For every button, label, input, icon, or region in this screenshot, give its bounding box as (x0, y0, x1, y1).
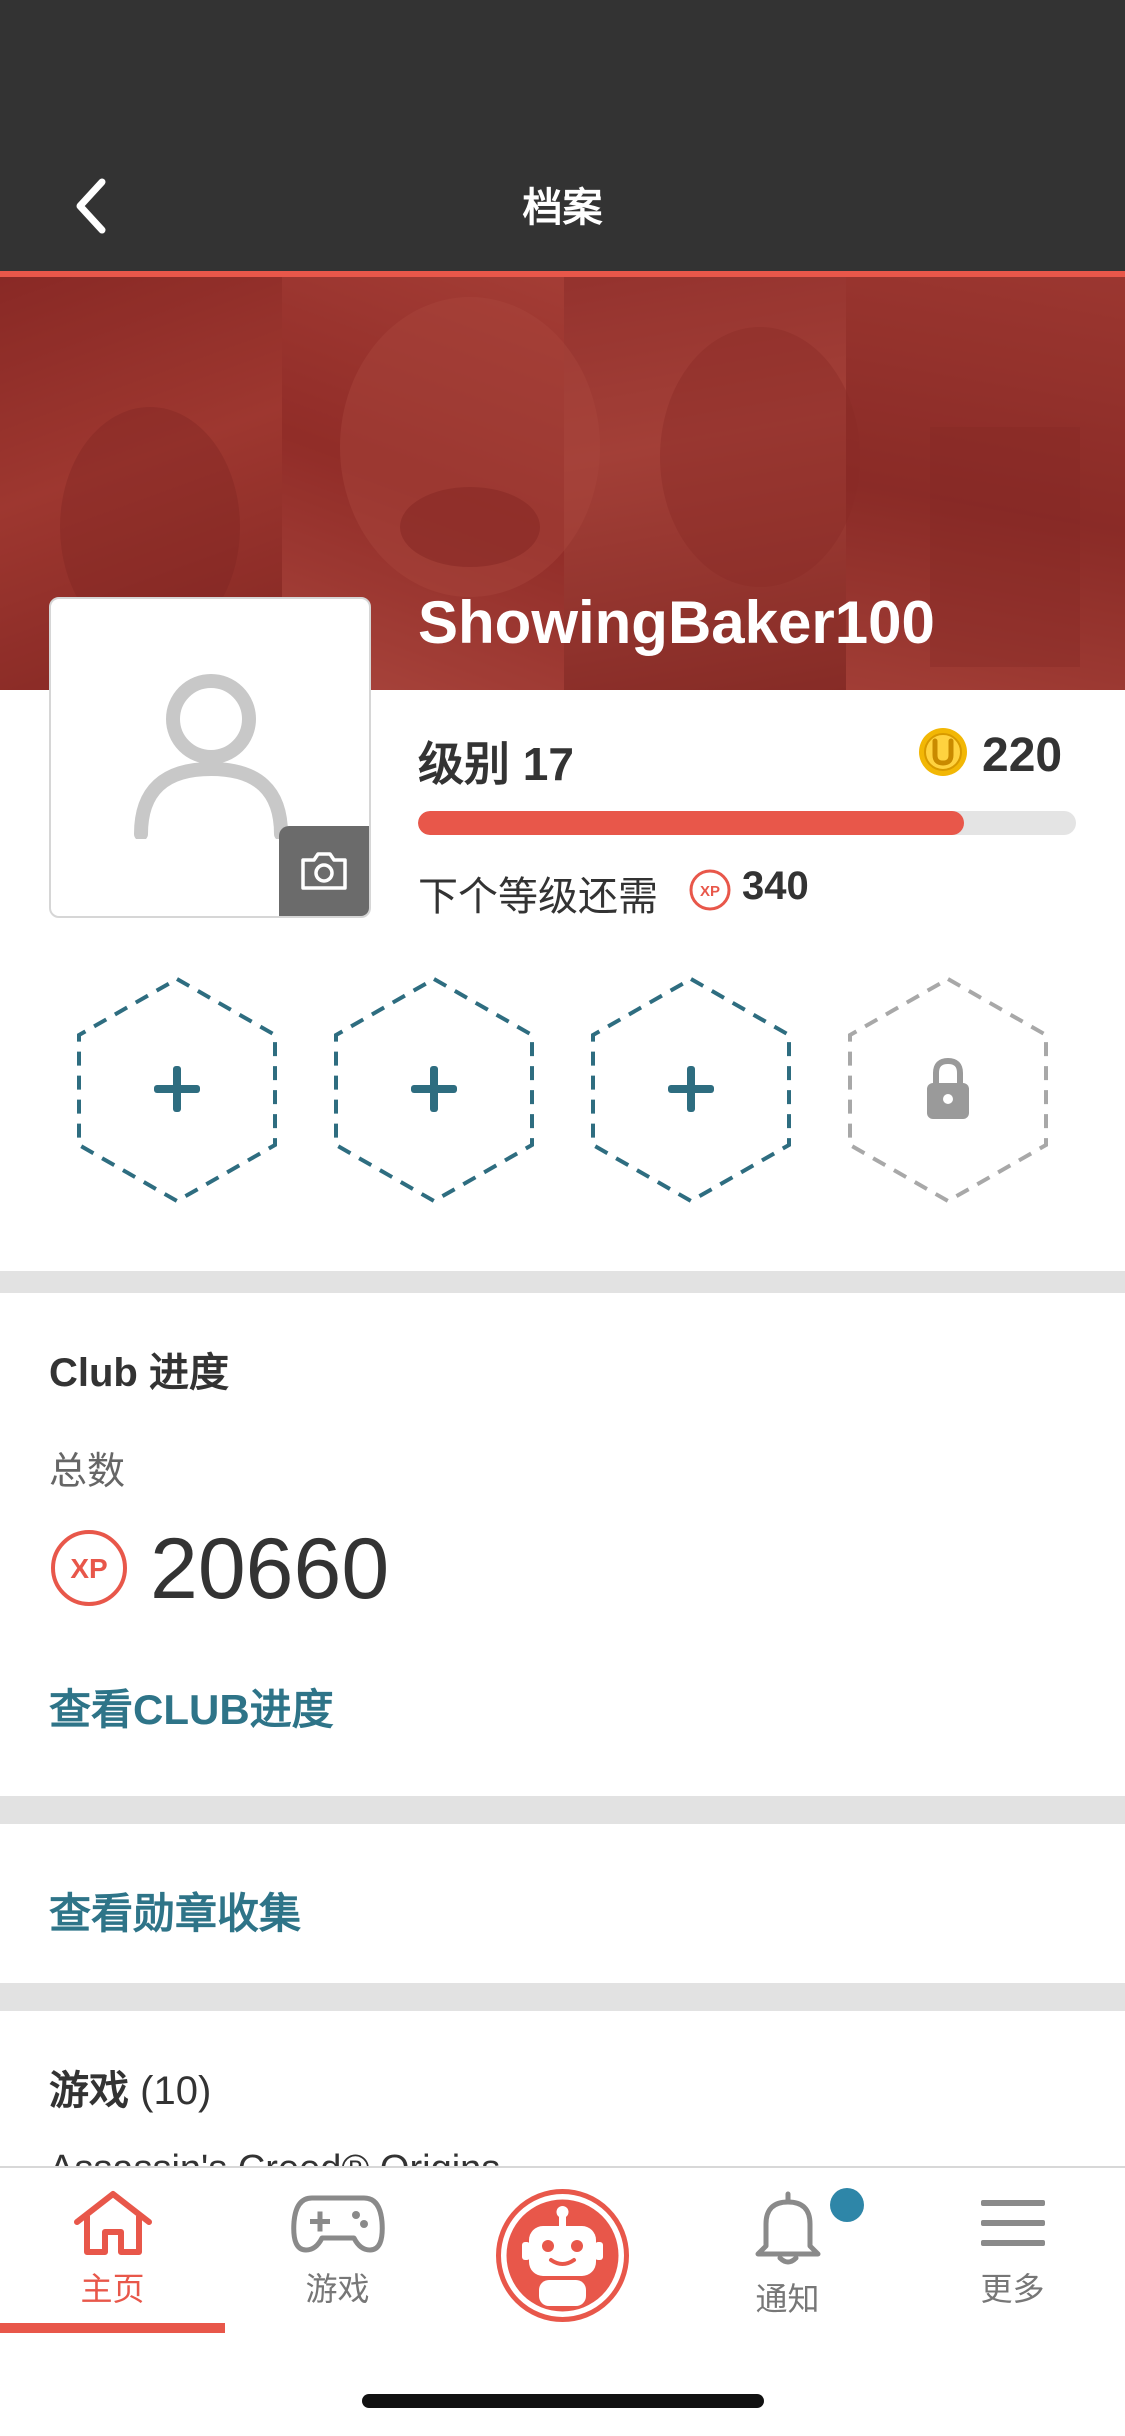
profile-page: 档案 ShowingBaker100 级别 17 220 下个等级还需 XP 3… (0, 0, 1125, 2436)
club-progress-title: Club 进度 (49, 1351, 229, 1395)
tab-more[interactable]: 更多 (900, 2188, 1125, 2338)
lock-icon (927, 1057, 969, 1119)
add-badge-slot-1[interactable] (72, 975, 282, 1205)
games-count: (10) (140, 2069, 212, 2113)
notification-badge (830, 2188, 864, 2222)
home-icon (73, 2191, 152, 2255)
level-progress-fill (418, 811, 965, 835)
svg-text:XP: XP (70, 1553, 107, 1584)
total-xp-value: 20660 (150, 1521, 390, 1617)
plus-icon (668, 1066, 714, 1112)
coin-balance: 220 (982, 729, 1063, 782)
plus-icon (154, 1066, 200, 1112)
gamepad-icon (290, 2195, 385, 2253)
section-divider (0, 1796, 1125, 1824)
view-badge-collection-link[interactable]: 查看勋章收集 (49, 1880, 301, 1941)
tab-more-label: 更多 (980, 2271, 1045, 2307)
tab-home[interactable]: 主页 (0, 2188, 225, 2338)
tab-games-label: 游戏 (305, 2271, 370, 2307)
section-divider (0, 1983, 1125, 2011)
avatar[interactable] (49, 597, 371, 918)
assistant-button[interactable] (495, 2188, 630, 2323)
xp-needed-value: 340 (742, 864, 809, 908)
games-section-title: 游戏 (10) (49, 2058, 211, 2116)
robot-icon (496, 2189, 629, 2322)
locked-badge-slot (843, 975, 1053, 1205)
active-tab-indicator (0, 2323, 225, 2333)
tab-notifications-label: 通知 (755, 2281, 820, 2317)
next-level-label: 下个等级还需 (418, 875, 658, 919)
status-bar (0, 0, 1125, 145)
page-title: 档案 (522, 186, 603, 230)
tab-games[interactable]: 游戏 (225, 2188, 450, 2338)
camera-icon (301, 852, 347, 890)
section-divider (0, 1271, 1125, 1293)
tab-notifications[interactable]: 通知 (675, 2188, 900, 2338)
coin-icon (919, 728, 967, 776)
bell-icon (755, 2191, 820, 2265)
svg-text:XP: XP (700, 883, 720, 900)
menu-icon (980, 2200, 1045, 2246)
total-label: 总数 (49, 1451, 126, 1493)
top-nav-bar: 档案 (0, 145, 1125, 271)
xp-icon: XP (689, 869, 731, 911)
add-badge-slot-3[interactable] (586, 975, 796, 1205)
tab-home-label: 主页 (80, 2271, 145, 2307)
view-club-progress-link[interactable]: 查看CLUB进度 (49, 1676, 334, 1737)
user-placeholder-icon (134, 674, 288, 839)
games-title-label: 游戏 (49, 2069, 129, 2113)
level-label: 级别 17 (418, 738, 574, 790)
xp-icon: XP (51, 1530, 127, 1606)
home-indicator (362, 2394, 764, 2408)
change-avatar-button[interactable] (279, 826, 369, 916)
level-progress-bar (418, 811, 1076, 835)
plus-icon (411, 1066, 457, 1112)
add-badge-slot-2[interactable] (329, 975, 539, 1205)
badge-slots (0, 975, 1125, 1215)
username: ShowingBaker100 (418, 589, 935, 656)
